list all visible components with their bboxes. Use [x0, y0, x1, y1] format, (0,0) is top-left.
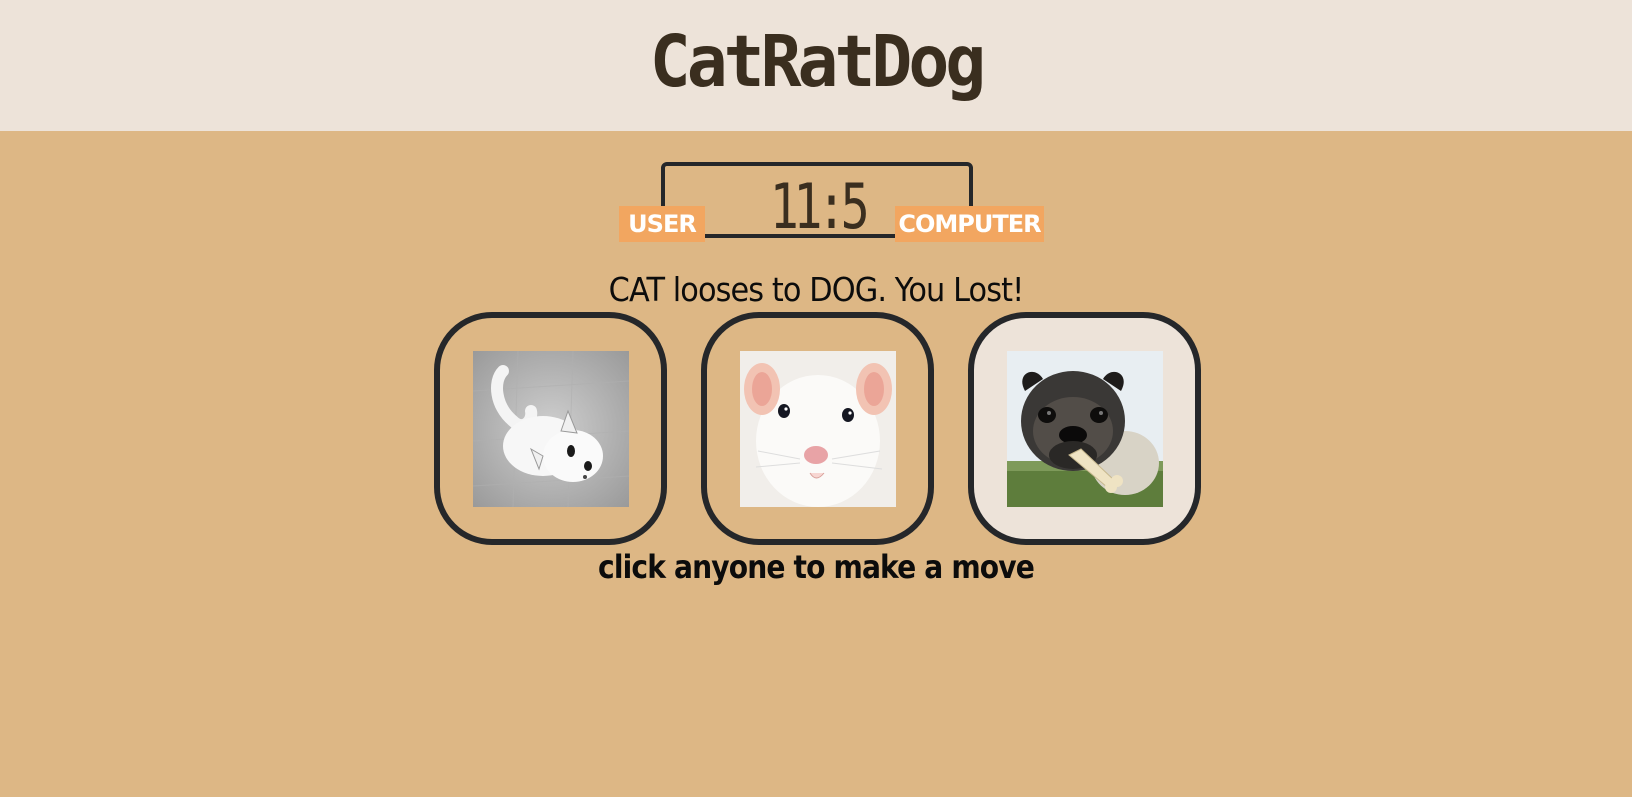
choices-row	[0, 312, 1632, 545]
cat-choice-button[interactable]	[434, 312, 667, 545]
computer-badge: COMPUTER	[895, 206, 1044, 242]
rat-icon	[739, 350, 896, 507]
rat-choice-button[interactable]	[701, 312, 934, 545]
dog-choice-button[interactable]	[968, 312, 1201, 545]
cat-icon	[472, 350, 629, 507]
result-message: CAT looses to DOG. You Lost!	[608, 270, 1025, 309]
instruction-text: click anyone to make a move	[598, 548, 1035, 586]
app-title: CatRatDog	[649, 21, 986, 104]
dog-icon	[1006, 350, 1163, 507]
user-badge: USER	[619, 206, 705, 242]
app-header: CatRatDog	[0, 0, 1632, 131]
